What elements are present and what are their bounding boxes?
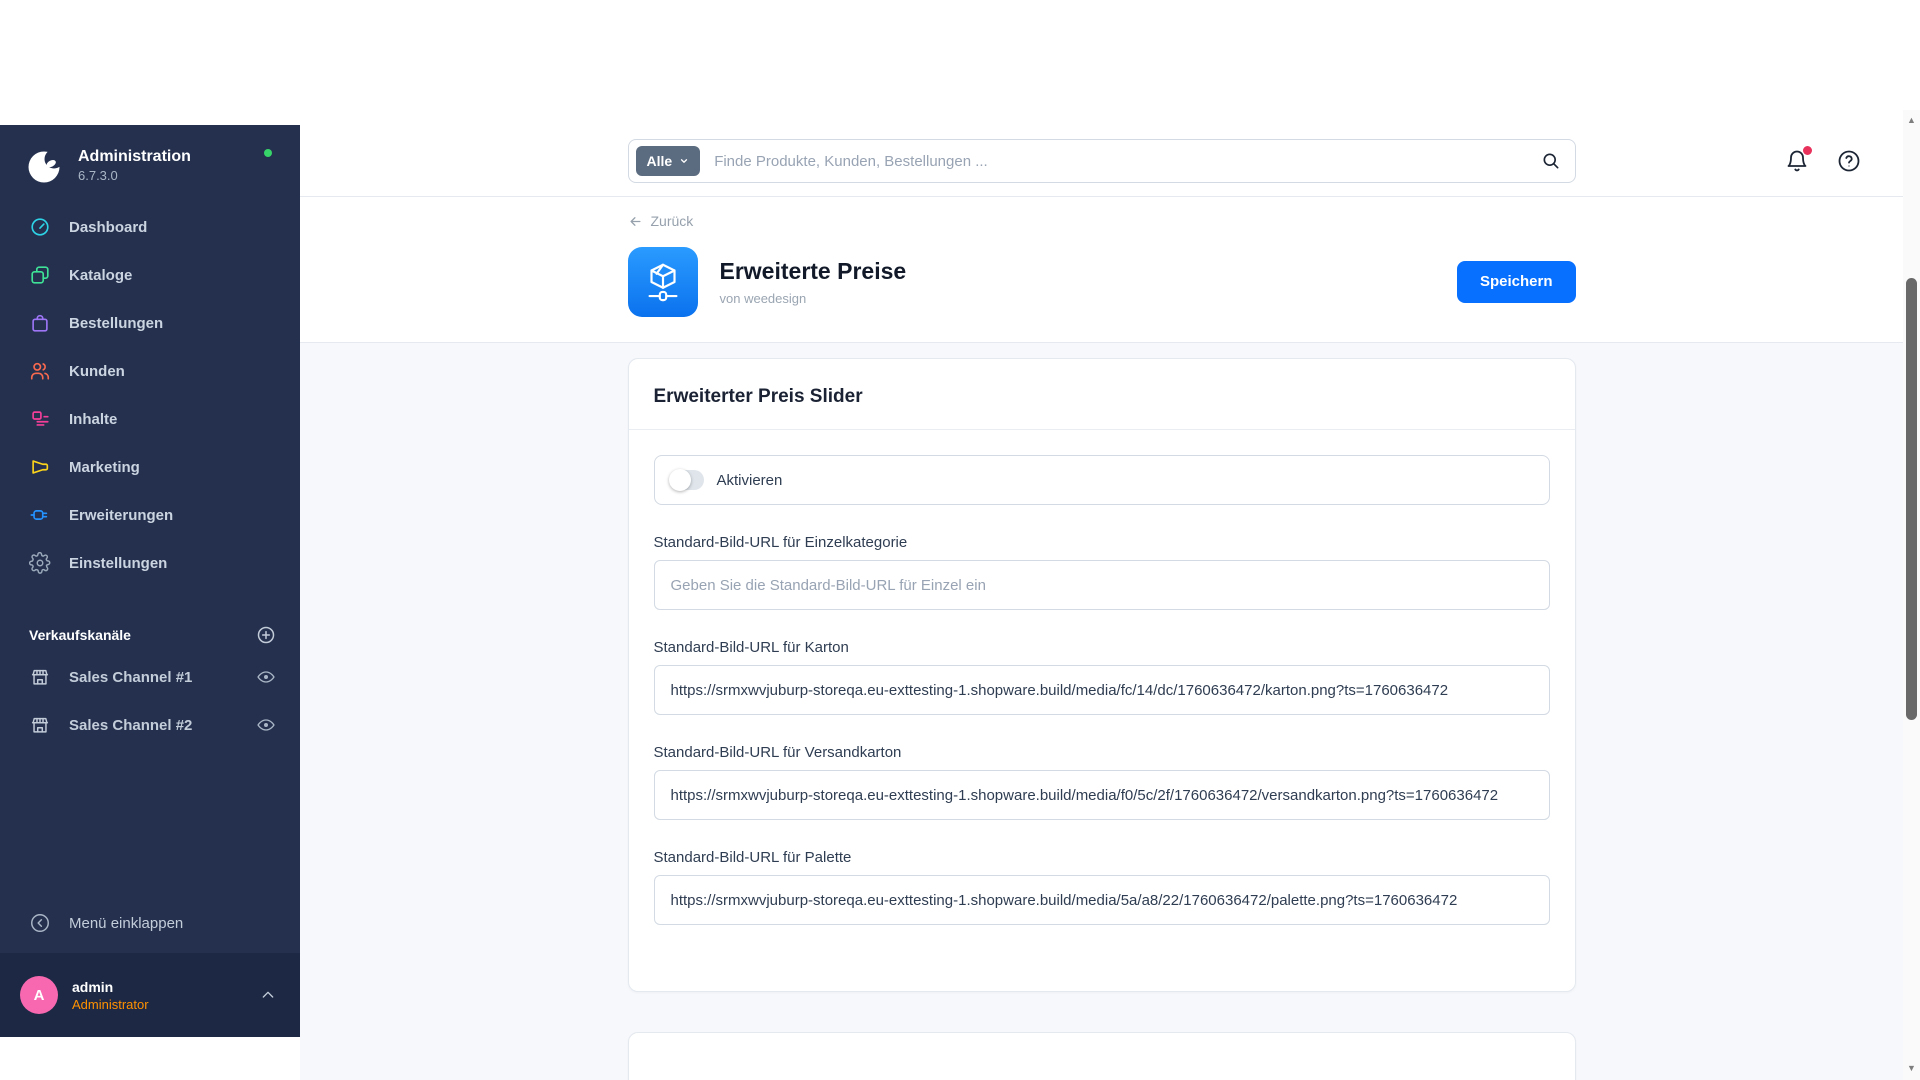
- content-icon: [32, 411, 49, 426]
- eye-icon[interactable]: [256, 715, 276, 735]
- search-filter-label: Alle: [646, 153, 673, 169]
- karton-url-input[interactable]: [653, 665, 1550, 715]
- search-input[interactable]: [714, 152, 1541, 170]
- versandkarton-url-input[interactable]: [653, 770, 1550, 820]
- sidebar-item-label: Marketing: [69, 458, 140, 476]
- chevron-down-icon: [681, 159, 688, 163]
- field-label: Standard-Bild-URL für Karton: [653, 639, 849, 656]
- dashboard-icon: [31, 218, 49, 236]
- notification-badge: [1803, 146, 1812, 155]
- avatar: A: [20, 976, 58, 1014]
- sales-channel-label: Sales Channel #1: [69, 668, 193, 686]
- sidebar-item-label: Inhalte: [69, 410, 118, 428]
- toggle-knob: [668, 469, 691, 491]
- field-label: Standard-Bild-URL für Einzelkategorie: [653, 534, 908, 551]
- box-slider-icon: [647, 263, 678, 301]
- page-title: Erweiterte Preise: [719, 257, 907, 284]
- customers-icon: [30, 362, 50, 380]
- extension-module-icon: [627, 246, 698, 317]
- storefront-icon: [31, 669, 49, 685]
- arrow-left-icon: [630, 216, 640, 226]
- search-filter-chip[interactable]: Alle: [635, 146, 701, 176]
- sidebar-item-sales-channel-1[interactable]: Sales Channel #1: [0, 653, 300, 701]
- help-circle-icon: [1838, 150, 1860, 172]
- activate-toggle-row: Aktivieren: [653, 455, 1550, 505]
- field-karton: Standard-Bild-URL für Karton: [653, 639, 1550, 715]
- chevron-up-icon: [262, 991, 274, 998]
- sidebar-item-dashboard[interactable]: Dashboard: [0, 203, 300, 251]
- search-icon[interactable]: [1541, 151, 1561, 171]
- extensions-icon: [30, 510, 48, 520]
- sidebar-item-marketing[interactable]: Marketing: [0, 443, 300, 491]
- field-label: Standard-Bild-URL für Palette: [653, 849, 852, 866]
- sidebar: Administration 6.7.3.0 Dashboard Katalog…: [0, 125, 300, 1037]
- sidebar-item-label: Dashboard: [69, 218, 148, 236]
- toggle-label: Aktivieren: [716, 471, 783, 489]
- card-title: Erweiterter Preis Slider: [653, 386, 863, 407]
- sales-channels-heading: Verkaufskanäle: [29, 627, 131, 643]
- sidebar-item-kataloge[interactable]: Kataloge: [0, 251, 300, 299]
- sidebar-item-label: Bestellungen: [69, 314, 164, 332]
- field-palette: Standard-Bild-URL für Palette: [653, 849, 1550, 925]
- avatar-initial: A: [33, 986, 45, 1004]
- content-area: Erweiterter Preis Slider Aktivieren Stan…: [300, 343, 1903, 1080]
- field-einzelkategorie: Standard-Bild-URL für Einzelkategorie: [653, 534, 1550, 610]
- scrollbar-track[interactable]: ▲ ▼: [1903, 110, 1920, 1080]
- status-dot: [264, 149, 272, 157]
- collapse-menu-button[interactable]: Menü einklappen: [0, 901, 300, 945]
- sidebar-item-erweiterungen[interactable]: Erweiterungen: [0, 491, 300, 539]
- help-button[interactable]: [1837, 149, 1861, 173]
- slider-settings-card: Erweiterter Preis Slider Aktivieren Stan…: [627, 358, 1576, 992]
- user-menu[interactable]: A admin Administrator: [0, 953, 300, 1037]
- back-label: Zurück: [650, 213, 694, 229]
- shopware-logo-icon: [28, 149, 64, 183]
- sidebar-item-label: Erweiterungen: [69, 506, 174, 524]
- aktivieren-toggle[interactable]: [668, 469, 704, 491]
- app-version: 6.7.3.0: [78, 168, 118, 183]
- einzelkategorie-url-input[interactable]: [653, 560, 1550, 610]
- scrollbar-up-arrow[interactable]: ▲: [1903, 112, 1920, 128]
- sidebar-item-inhalte[interactable]: Inhalte: [0, 395, 300, 443]
- sidebar-item-kunden[interactable]: Kunden: [0, 347, 300, 395]
- add-sales-channel-icon[interactable]: [256, 625, 276, 645]
- sidebar-item-label: Kataloge: [69, 266, 133, 284]
- global-search-bar: Alle: [627, 139, 1576, 183]
- sidebar-item-label: Einstellungen: [69, 554, 168, 572]
- collapse-menu-label: Menü einklappen: [69, 914, 184, 932]
- page-header: Zurück Erweiterte Preise von weedesign S…: [300, 197, 1903, 343]
- back-button[interactable]: Zurück: [628, 213, 694, 229]
- save-button[interactable]: Speichern: [1456, 260, 1576, 303]
- sales-channel-label: Sales Channel #2: [69, 716, 193, 734]
- page-subtitle: von weedesign: [719, 290, 807, 306]
- scrollbar-down-arrow[interactable]: ▼: [1903, 1060, 1920, 1076]
- palette-url-input[interactable]: [653, 875, 1550, 925]
- sales-channels-section: Verkaufskanäle Sales Channel #1 Sales Ch…: [0, 617, 300, 749]
- field-versandkarton: Standard-Bild-URL für Versandkarton: [653, 744, 1550, 820]
- marketing-icon: [32, 460, 49, 474]
- user-name: admin: [72, 978, 114, 995]
- sidebar-item-label: Kunden: [69, 362, 125, 380]
- orders-icon: [32, 314, 48, 332]
- catalogues-icon: [31, 266, 49, 284]
- app-brand: Administration 6.7.3.0: [0, 125, 300, 187]
- user-role: Administrator: [72, 996, 149, 1012]
- sidebar-item-sales-channel-2[interactable]: Sales Channel #2: [0, 701, 300, 749]
- eye-icon[interactable]: [256, 667, 276, 687]
- next-settings-card: [627, 1032, 1576, 1080]
- app-title: Administration: [78, 148, 191, 165]
- top-search-row: Alle: [300, 125, 1903, 197]
- sidebar-item-einstellungen[interactable]: Einstellungen: [0, 539, 300, 587]
- field-label: Standard-Bild-URL für Versandkarton: [653, 744, 902, 761]
- storefront-icon: [31, 717, 49, 733]
- sidebar-item-bestellungen[interactable]: Bestellungen: [0, 299, 300, 347]
- chevron-left-circle-icon: [31, 914, 49, 932]
- notifications-button[interactable]: [1785, 146, 1812, 173]
- settings-icon: [29, 552, 51, 574]
- scrollbar-thumb[interactable]: [1906, 278, 1917, 720]
- main-menu: Dashboard Kataloge Bestellungen Kunden I…: [0, 203, 300, 587]
